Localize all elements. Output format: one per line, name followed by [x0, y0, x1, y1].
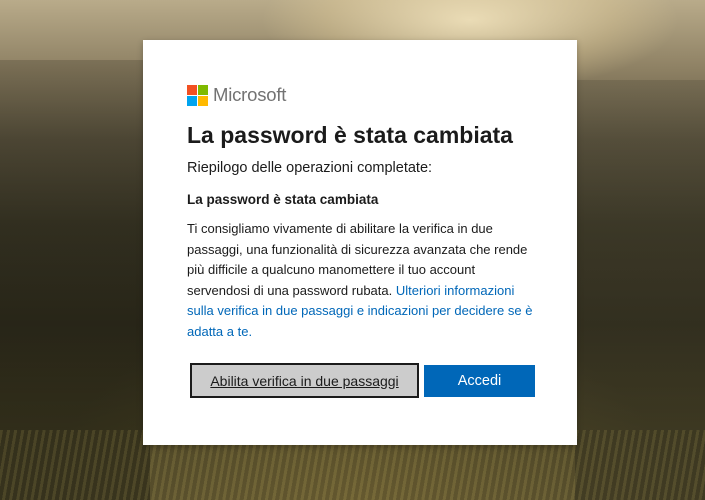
logo-square-blue: [187, 95, 197, 106]
sign-in-button[interactable]: Accedi: [424, 364, 535, 397]
logo-square-red: [187, 84, 197, 95]
logo-square-green: [198, 84, 208, 95]
enable-two-step-button[interactable]: Abilita verifica in due passaggi: [190, 363, 419, 398]
button-row: Abilita verifica in due passaggi Accedi: [190, 363, 535, 398]
page-title: La password è stata cambiata: [187, 122, 513, 148]
microsoft-logo: Microsoft: [187, 84, 533, 106]
microsoft-logo-icon: [187, 84, 208, 106]
recommendation-text: Ti consigliamo vivamente di abilitare la…: [187, 219, 537, 342]
logo-text: Microsoft: [213, 84, 287, 105]
logo-square-yellow: [198, 95, 208, 106]
password-changed-card: Microsoft La password è stata cambiata R…: [143, 40, 577, 445]
section-title: La password è stata cambiata: [187, 192, 379, 207]
page-subtitle: Riepilogo delle operazioni completate:: [187, 160, 433, 176]
